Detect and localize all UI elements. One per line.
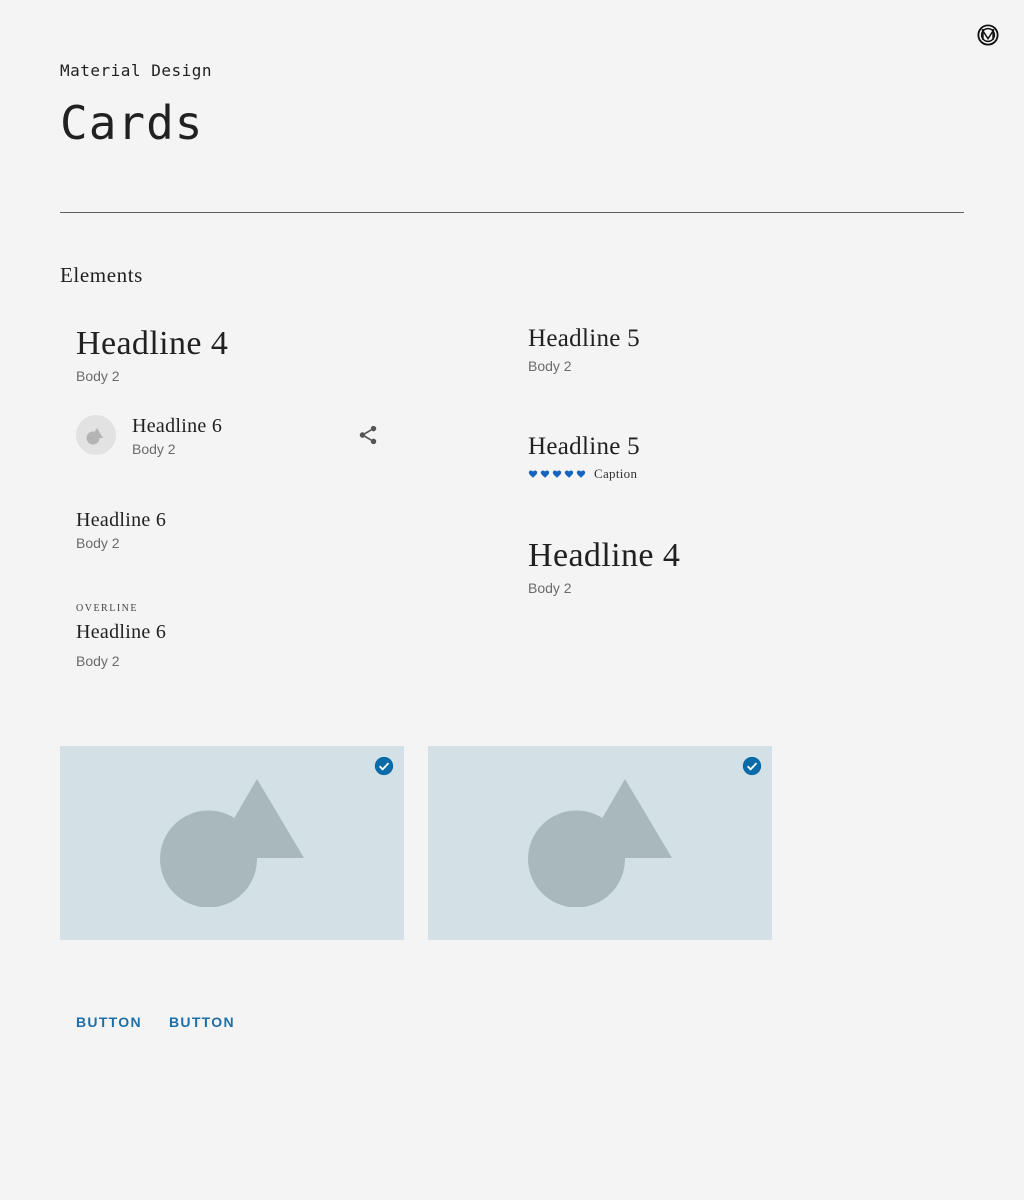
avatar — [76, 415, 116, 455]
shapes-icon — [86, 428, 103, 445]
list-body: Body 2 — [132, 441, 176, 457]
heart-icon — [564, 470, 574, 478]
rating-caption: Caption — [594, 466, 638, 481]
overline-label: OVERLINE — [76, 603, 138, 614]
overline-body: Body 2 — [76, 653, 120, 669]
right-h5-body: Body 2 — [528, 358, 572, 374]
left-h4-headline: Headline 4 — [76, 325, 229, 362]
shapes-placeholder-icon — [160, 779, 304, 907]
left-h6-body: Body 2 — [76, 535, 120, 551]
heart-icon — [528, 470, 538, 478]
list-headline: Headline 6 — [132, 415, 223, 437]
left-h6-headline: Headline 6 — [76, 509, 167, 531]
section-title: Elements — [60, 263, 143, 287]
heart-icon — [540, 470, 550, 478]
rating-stars — [528, 469, 586, 479]
rating-headline: Headline 5 — [528, 433, 640, 460]
right-h4-body: Body 2 — [528, 580, 572, 596]
page-title: Cards — [60, 96, 204, 150]
media-card-2[interactable] — [428, 746, 772, 940]
heart-icon — [552, 470, 562, 478]
material-logo-icon[interactable] — [977, 24, 999, 46]
check-circle-icon[interactable] — [742, 756, 762, 776]
right-h5-headline: Headline 5 — [528, 325, 640, 352]
check-circle-icon[interactable] — [374, 756, 394, 776]
share-icon[interactable] — [357, 424, 379, 446]
overline-headline: Headline 6 — [76, 621, 167, 643]
shapes-placeholder-icon — [528, 779, 672, 907]
action-button-2[interactable]: BUTTON — [169, 1014, 235, 1030]
left-h4-body: Body 2 — [76, 368, 120, 384]
media-card-1[interactable] — [60, 746, 404, 940]
right-h4-headline: Headline 4 — [528, 537, 681, 574]
brand-label: Material Design — [60, 61, 212, 80]
header-divider — [60, 212, 964, 213]
action-button-1[interactable]: BUTTON — [76, 1014, 142, 1030]
heart-icon — [576, 470, 586, 478]
